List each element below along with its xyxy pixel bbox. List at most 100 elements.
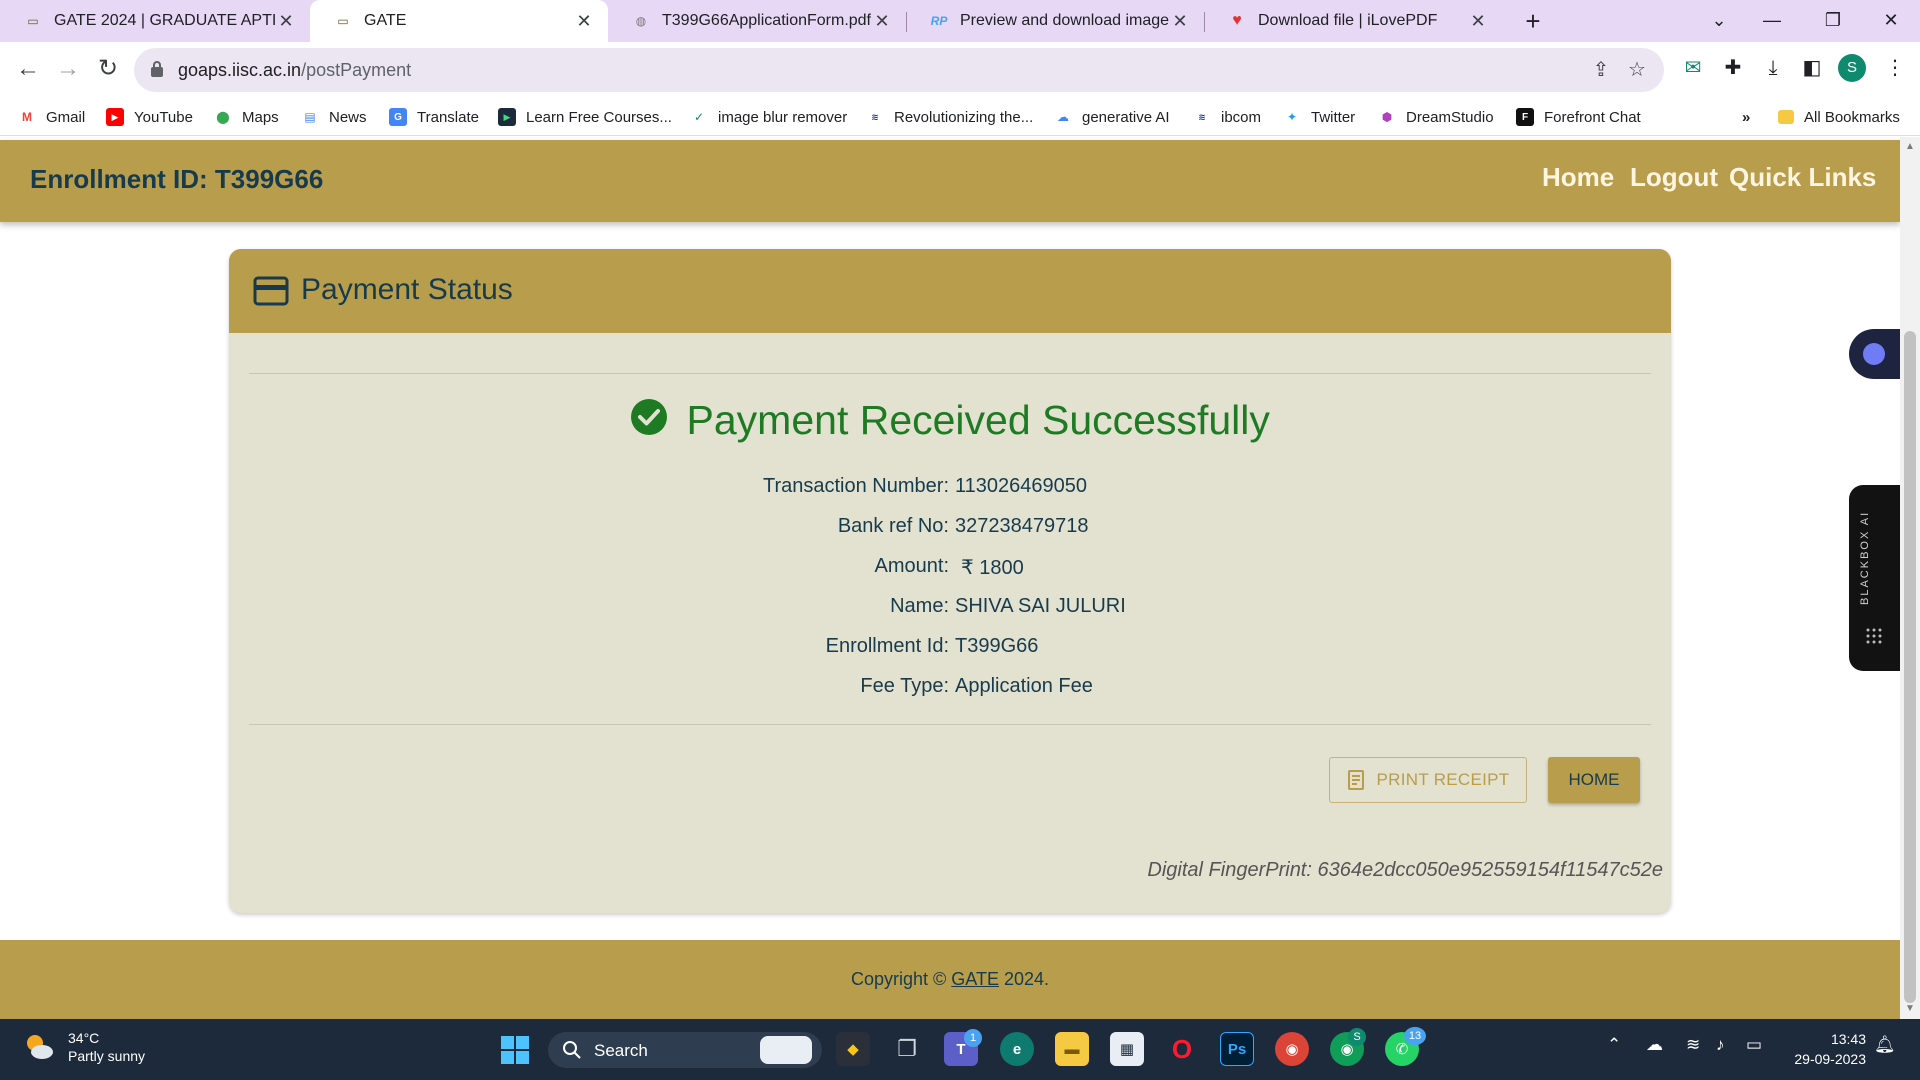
close-icon[interactable]: ✕ (872, 11, 892, 32)
tab-gate[interactable]: ▭ GATE ✕ (310, 0, 608, 42)
window-close-button[interactable]: ✕ (1866, 0, 1916, 42)
print-receipt-button[interactable]: PRINT RECEIPT (1329, 757, 1527, 803)
photoshop-icon[interactable]: Ps (1220, 1032, 1254, 1066)
reload-button[interactable]: ↻ (90, 52, 126, 88)
scrollbar-thumb[interactable] (1904, 331, 1916, 1003)
bookmark-forefront-chat[interactable]: F Forefront Chat (1516, 106, 1641, 128)
edge-icon[interactable]: e (1000, 1032, 1034, 1066)
volume-icon[interactable]: ♪ (1716, 1035, 1725, 1055)
copyright-text: Copyright © GATE 2024. (0, 969, 1900, 990)
close-icon[interactable]: ✕ (1170, 11, 1190, 32)
card-header: Payment Status (229, 249, 1671, 333)
bookmark-label: Twitter (1311, 108, 1356, 126)
blackbox-label: BLACKBOX AI (1859, 510, 1871, 606)
rp-favicon: RP (930, 14, 948, 28)
url-path: /postPayment (301, 60, 412, 80)
detail-label: Enrollment Id: (825, 635, 949, 657)
chrome-icon[interactable]: ◉ (1275, 1032, 1309, 1066)
nav-quick-links[interactable]: Quick Links (1729, 162, 1876, 193)
success-banner: Payment Received Successfully (229, 397, 1671, 444)
bookmark-youtube[interactable]: ▶ YouTube (106, 106, 193, 128)
taskbar-search[interactable]: Search (548, 1032, 822, 1068)
opera-icon[interactable]: O (1165, 1032, 1199, 1066)
minimize-button[interactable]: — (1747, 0, 1797, 42)
bookmark-translate[interactable]: G Translate (389, 106, 479, 128)
system-clock[interactable]: 13:43 29-09-2023 (1786, 1029, 1866, 1069)
microsoft-store-icon[interactable]: ▦ (1110, 1032, 1144, 1066)
close-icon[interactable]: ✕ (1468, 11, 1488, 32)
side-panel-icon[interactable]: ◧ (1797, 53, 1827, 83)
bookmark-label: YouTube (134, 108, 193, 126)
close-icon[interactable]: ✕ (276, 11, 296, 32)
home-button[interactable]: HOME (1548, 757, 1640, 803)
bookmark-dreamstudio[interactable]: ⬢ DreamStudio (1378, 106, 1494, 128)
all-bookmarks-folder[interactable]: All Bookmarks (1778, 106, 1900, 128)
extensions-puzzle-icon[interactable]: ✚ (1718, 53, 1748, 83)
notification-bell-icon[interactable]: 🔔︎ (1874, 1035, 1896, 1055)
restore-button[interactable]: ❐ (1808, 0, 1858, 42)
extension-mail-icon[interactable]: ✉ (1678, 53, 1708, 83)
bookmark-label: Learn Free Courses... (526, 108, 672, 126)
tab-search-icon[interactable]: ⌄ (1694, 0, 1744, 42)
dev-home-icon[interactable]: ◆ (836, 1032, 870, 1066)
tab-application-form-pdf[interactable]: ◍ T399G66ApplicationForm.pdf ✕ (608, 0, 906, 42)
search-label: Search (594, 1041, 648, 1060)
tab-gate-2024[interactable]: ▭ GATE 2024 | GRADUATE APTITUDE ✕ (0, 0, 310, 42)
detail-value: Application Fee (955, 675, 1093, 697)
address-bar[interactable]: goaps.iisc.ac.in/postPayment ⇪ ☆ (134, 48, 1664, 92)
bookmark-ibcom[interactable]: ≋ ibcom (1193, 106, 1261, 128)
download-icon[interactable]: ⤓ (1758, 53, 1788, 83)
detail-value: 113026469050 (955, 475, 1087, 497)
clock-date: 29-09-2023 (1794, 1051, 1866, 1067)
tray-overflow-icon[interactable]: ⌃ (1607, 1035, 1621, 1055)
bookmark-generative-ai[interactable]: ☁ generative AI (1054, 106, 1170, 128)
bookmark-star-icon[interactable]: ☆ (1624, 58, 1650, 84)
more-menu-icon[interactable]: ⋮ (1880, 53, 1910, 83)
cloud-icon: ☁ (1057, 110, 1069, 124)
copyright-prefix: Copyright © (850, 969, 952, 989)
wifi-icon[interactable]: ≋ (1686, 1035, 1700, 1055)
gate-footer-link[interactable]: GATE (951, 969, 999, 989)
task-view-icon[interactable]: ❐ (890, 1032, 924, 1066)
tab-label: T399G66ApplicationForm.pdf (662, 12, 871, 29)
bookmark-revolutionizing[interactable]: ≋ Revolutionizing the... (866, 106, 1033, 128)
back-button[interactable]: ← (10, 52, 46, 88)
tab-preview-image[interactable]: RP Preview and download image - I ✕ (906, 0, 1204, 42)
maps-pin-icon: ⬤ (216, 110, 230, 124)
scroll-up-icon[interactable]: ▲ (1904, 141, 1916, 153)
battery-icon[interactable]: ▭ (1746, 1035, 1762, 1055)
tab-label: GATE 2024 | GRADUATE APTITUDE (54, 12, 276, 29)
bookmark-gmail[interactable]: M Gmail (18, 106, 85, 128)
twitter-bird-icon: ✦ (1286, 110, 1298, 124)
weather-widget[interactable]: 34°C Partly sunny (22, 1029, 145, 1065)
url-text: goaps.iisc.ac.in/postPayment (178, 60, 411, 81)
forward-button[interactable]: → (50, 52, 86, 88)
site-header: Enrollment ID: T399G66 Home Logout Quick… (0, 140, 1900, 222)
nav-home-link[interactable]: Home (1542, 162, 1614, 193)
partly-sunny-icon (27, 1035, 53, 1059)
scroll-down-icon[interactable]: ▼ (1904, 1003, 1916, 1015)
bookmark-label: Translate (417, 108, 479, 126)
page-scrollbar[interactable]: ▲ ▼ (1900, 137, 1920, 1019)
bookmark-maps[interactable]: ⬤ Maps (214, 106, 278, 128)
new-tab-button[interactable]: + (1518, 6, 1548, 36)
windows-start-icon[interactable] (500, 1035, 530, 1065)
heart-icon: ♥ (1232, 12, 1242, 29)
profile-avatar[interactable]: S (1838, 54, 1866, 82)
bookmark-learn-free-courses[interactable]: ▶ Learn Free Courses... (498, 106, 672, 128)
detail-row-bank-ref: Bank ref No: 327238479718 (229, 515, 1671, 545)
bookmark-label: Gmail (46, 108, 86, 126)
share-icon[interactable]: ⇪ (1588, 58, 1614, 84)
bookmarks-overflow-button[interactable]: » (1742, 106, 1750, 128)
chrome-profile-badge: S (1348, 1028, 1366, 1046)
nav-logout-link[interactable]: Logout (1630, 162, 1718, 193)
bookmark-twitter[interactable]: ✦ Twitter (1283, 106, 1355, 128)
file-explorer-icon[interactable]: ▬ (1055, 1032, 1089, 1066)
tab-ilovepdf[interactable]: ♥ Download file | iLovePDF ✕ (1204, 0, 1502, 42)
blackbox-sidebar-tab[interactable]: BLACKBOX AI (1849, 485, 1900, 671)
onedrive-icon[interactable]: ☁ (1646, 1035, 1663, 1055)
close-icon[interactable]: ✕ (574, 11, 594, 32)
bookmark-image-blur-remover[interactable]: ✓ image blur remover (690, 106, 847, 128)
blackbox-assistant-button[interactable] (1849, 329, 1900, 379)
bookmark-news[interactable]: ▤ News (301, 106, 366, 128)
